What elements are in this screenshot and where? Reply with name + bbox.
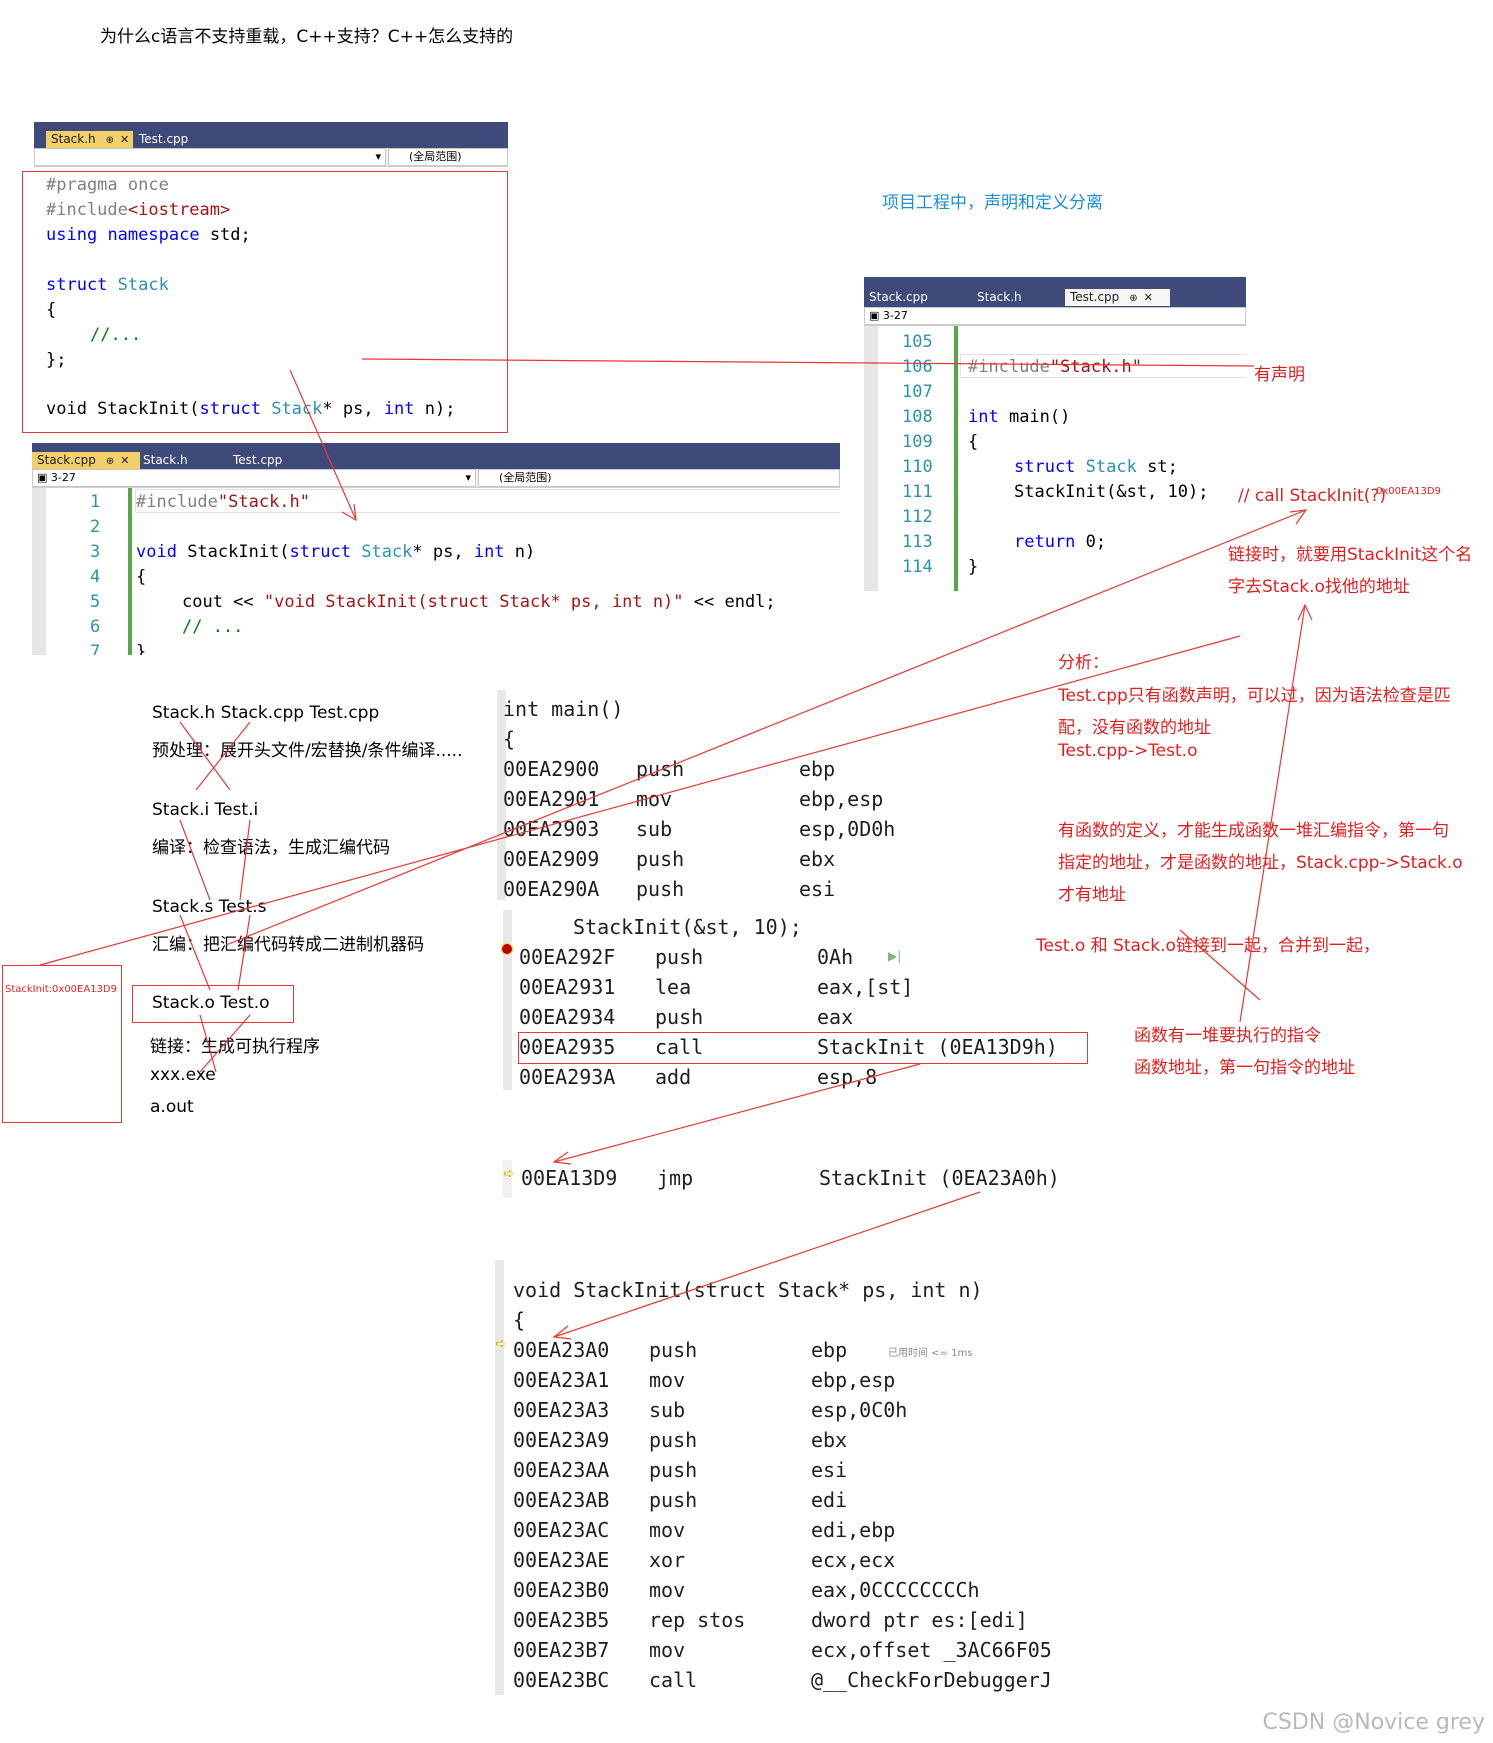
arrow-decl-to-test (361, 358, 1255, 367)
arrowhead (1289, 509, 1308, 525)
arrow-jmp-to-func (553, 1191, 981, 1338)
annotation-arrows (39, 358, 1313, 1340)
arrow-preprocess-1 (289, 369, 357, 521)
flow-cross-4 (239, 819, 251, 901)
arrow-merge (1179, 929, 1261, 1001)
watermark: CSDN @Novice grey (1262, 1710, 1485, 1735)
flow-cross-6 (237, 914, 251, 991)
flow-cross-5 (179, 914, 211, 991)
arrow-call-to-jmp (553, 1063, 921, 1163)
flow-cross-3 (179, 819, 211, 901)
arrowhead (341, 503, 357, 522)
arrow-link-search (225, 509, 1307, 946)
arrow-link-to-symbol (39, 635, 1241, 966)
arrow-obj-to-notes (1239, 604, 1306, 1023)
